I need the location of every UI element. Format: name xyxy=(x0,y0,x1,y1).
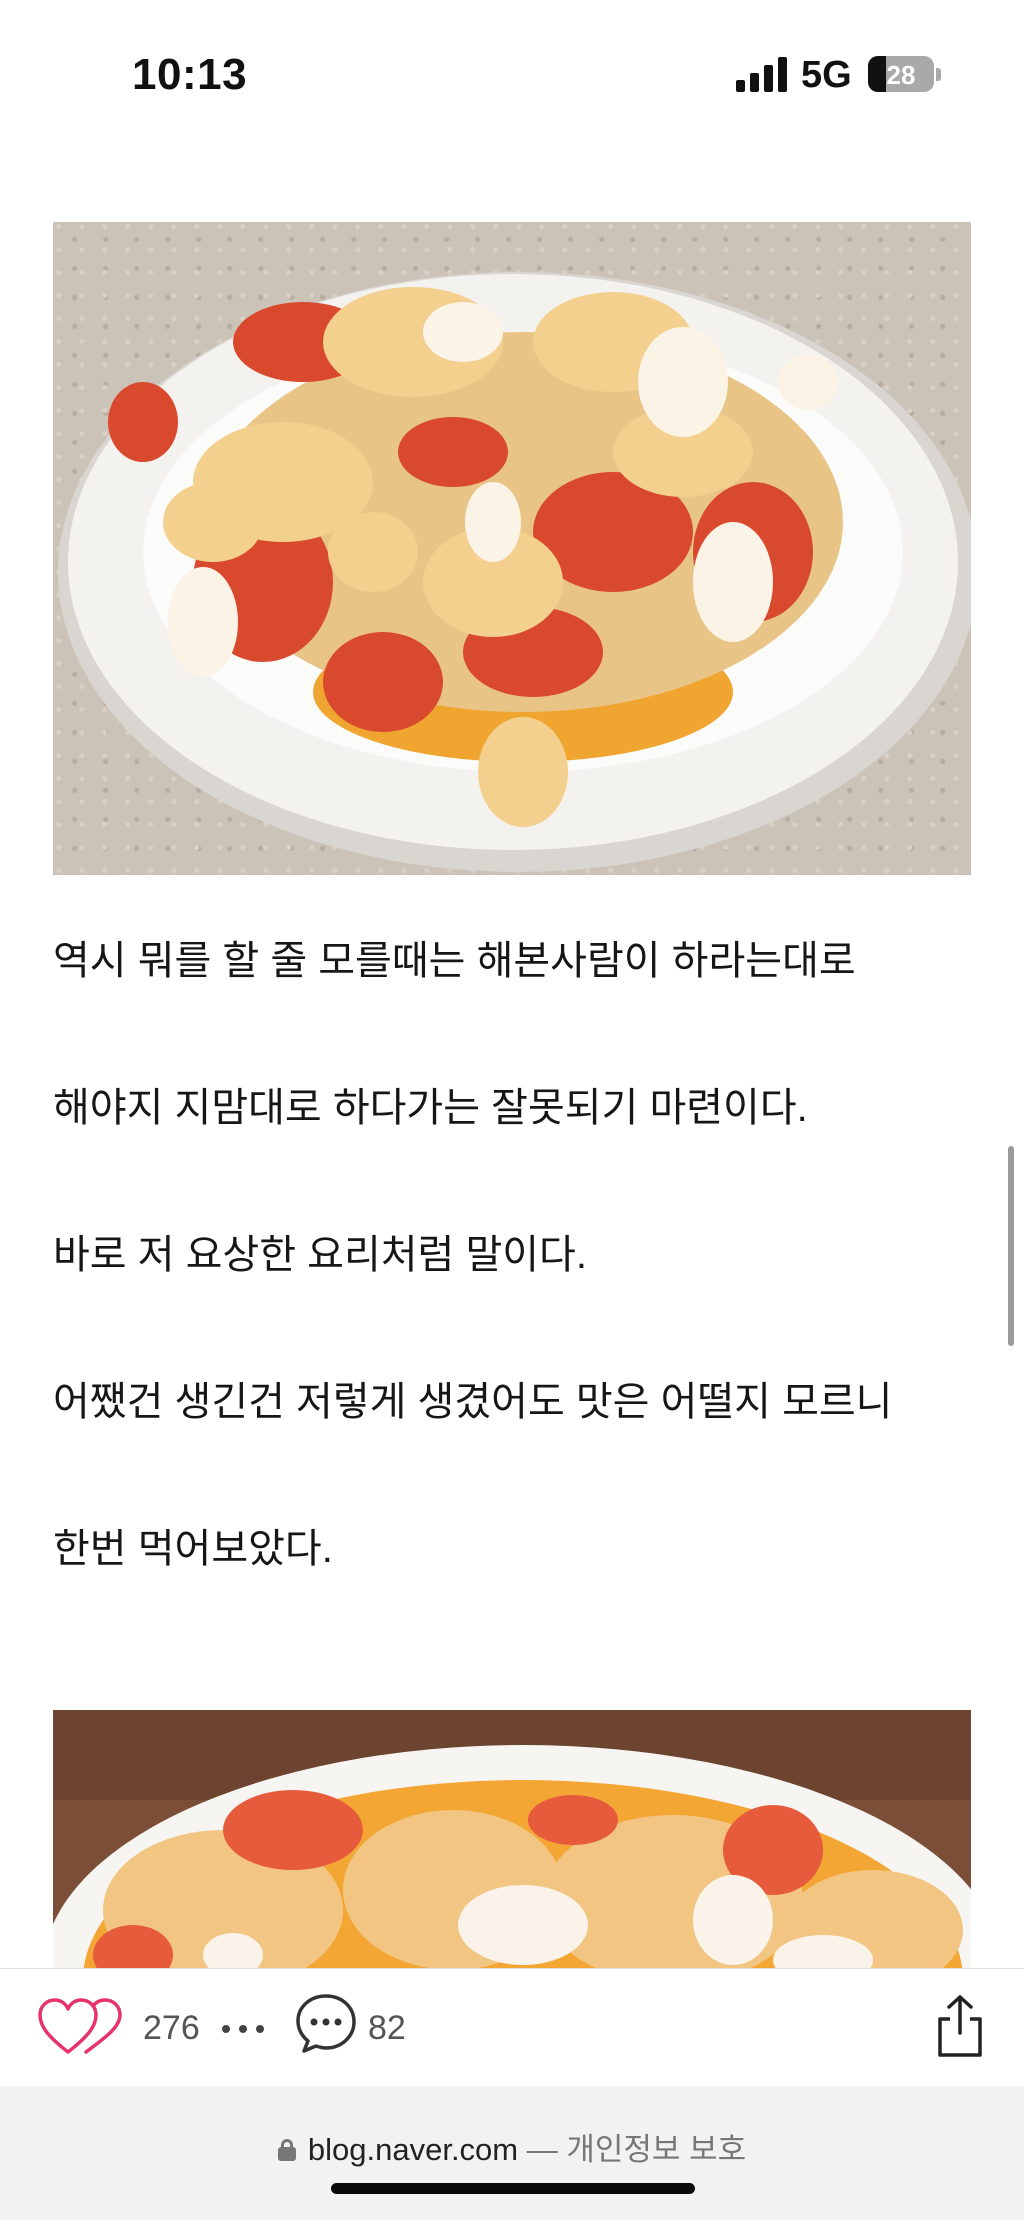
privacy-label: 개인정보 보호 xyxy=(566,2132,747,2167)
paragraph-4: 어쨌건 생긴건 저렇게 생겼어도 맛은 어떨지 모르니 xyxy=(53,1380,893,1424)
food-photo-2[interactable] xyxy=(53,1710,971,1968)
paragraph-5: 한번 먹어보았다. xyxy=(53,1527,333,1571)
url-separator: — xyxy=(518,2132,567,2167)
battery-icon: 28 xyxy=(868,56,934,92)
home-indicator[interactable] xyxy=(331,2183,695,2194)
browser-url-bar[interactable]: blog.naver.com — 개인정보 보호 xyxy=(0,2086,1024,2220)
paragraph-2: 해야지 지맘대로 하다가는 잘못되기 마련이다. xyxy=(53,1086,808,1130)
url-row[interactable]: blog.naver.com — 개인정보 보호 xyxy=(0,2124,1024,2169)
url-domain[interactable]: blog.naver.com xyxy=(308,2132,518,2167)
heart-icon[interactable] xyxy=(38,1997,124,2057)
status-time: 10:13 xyxy=(132,50,248,99)
lock-icon xyxy=(277,2139,296,2161)
more-icon[interactable] xyxy=(222,2025,266,2035)
food-photo-illustration xyxy=(58,272,971,872)
comment-icon[interactable] xyxy=(294,1991,358,2055)
battery-cap xyxy=(936,68,941,81)
blog-post-page: 10:13 5G 28 역시 뭐를 할 줄 모를때는 해본사람이 하라는대로 해… xyxy=(0,0,1024,2220)
paragraph-1: 역시 뭐를 할 줄 모를때는 해본사람이 하라는대로 xyxy=(53,939,856,983)
post-action-bar: 276 82 xyxy=(0,1968,1024,2086)
network-type: 5G xyxy=(801,54,852,96)
food-photo-2-illustration xyxy=(53,1745,971,1968)
scrollbar-thumb[interactable] xyxy=(1008,1146,1014,1346)
cellular-signal-icon xyxy=(736,56,788,92)
like-count[interactable]: 276 xyxy=(143,2009,200,2048)
battery-percent: 28 xyxy=(886,60,916,90)
share-icon[interactable] xyxy=(932,1993,988,2059)
status-bar: 10:13 5G 28 xyxy=(0,0,1024,150)
food-photo-1[interactable] xyxy=(53,222,971,875)
paragraph-3: 바로 저 요상한 요리처럼 말이다. xyxy=(53,1233,587,1277)
comment-count[interactable]: 82 xyxy=(368,2009,406,2048)
